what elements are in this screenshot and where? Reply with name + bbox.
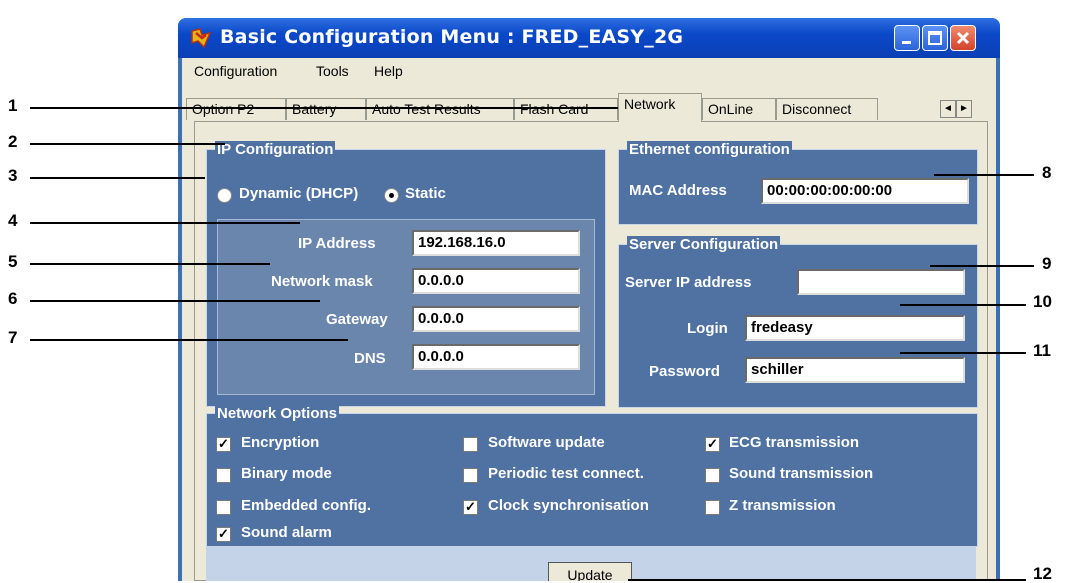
z-transmission-checkbox[interactable] — [705, 500, 720, 515]
callout-3: 3 — [8, 166, 18, 185]
login-label: Login — [687, 320, 728, 337]
minimize-button[interactable] — [894, 25, 920, 51]
callout-line-9 — [930, 265, 1034, 267]
z-transmission-label: Z transmission — [729, 497, 836, 514]
callout-2: 2 — [8, 132, 18, 151]
menu-tools[interactable]: Tools — [316, 63, 349, 79]
tab-option-p2[interactable]: Option P2 — [186, 98, 286, 120]
software-update-checkbox[interactable] — [463, 437, 478, 452]
server-ip-label: Server IP address — [625, 274, 752, 291]
update-button[interactable]: Update — [548, 562, 632, 581]
encryption-checkbox[interactable]: ✓ — [216, 437, 231, 452]
callout-line-11 — [900, 352, 1026, 354]
callout-5: 5 — [8, 252, 18, 271]
ip-config-group: IP Configuration Dynamic (DHCP) Static I… — [206, 141, 606, 407]
title-bar[interactable]: Basic Configuration Menu : FRED_EASY_2G — [178, 18, 1000, 58]
close-button[interactable] — [950, 25, 976, 51]
sound-transmission-checkbox[interactable] — [705, 468, 720, 483]
embedded-config-checkbox[interactable] — [216, 500, 231, 515]
sound-alarm-label: Sound alarm — [241, 524, 332, 541]
ip-config-title: IP Configuration — [215, 141, 336, 158]
server-config-title: Server Configuration — [627, 236, 781, 253]
password-label: Password — [649, 363, 720, 380]
callout-9: 9 — [1042, 254, 1052, 273]
network-mask-field[interactable]: 0.0.0.0 — [412, 268, 580, 294]
callout-line-10 — [900, 304, 1026, 306]
callout-7: 7 — [8, 328, 18, 347]
callout-line-5 — [30, 263, 270, 265]
callout-10: 10 — [1033, 292, 1052, 311]
clock-sync-checkbox[interactable]: ✓ — [463, 500, 478, 515]
dhcp-radio[interactable] — [217, 188, 232, 203]
callout-line-3 — [30, 177, 205, 179]
callout-line-8 — [934, 174, 1034, 176]
tab-battery[interactable]: Battery — [286, 98, 366, 120]
callout-line-1 — [30, 107, 628, 109]
embedded-config-label: Embedded config. — [241, 497, 372, 514]
menu-help[interactable]: Help — [374, 63, 403, 79]
tab-auto-test-results[interactable]: Auto Test Results — [366, 98, 514, 120]
static-label: Static — [405, 185, 446, 202]
software-update-label: Software update — [488, 434, 605, 451]
maximize-button[interactable] — [922, 25, 948, 51]
network-options-title: Network Options — [215, 405, 340, 422]
callout-12: 12 — [1033, 564, 1052, 583]
mac-address-field[interactable]: 00:00:00:00:00:00 — [761, 178, 969, 204]
tab-scroll-right-icon[interactable]: ► — [956, 100, 972, 118]
app-logo-icon — [191, 28, 212, 49]
callout-1: 1 — [8, 96, 18, 115]
sound-transmission-label: Sound transmission — [729, 465, 874, 482]
callout-8: 8 — [1042, 163, 1052, 182]
dhcp-label: Dynamic (DHCP) — [239, 185, 359, 202]
tab-flash-card[interactable]: Flash Card — [514, 98, 618, 120]
callout-6: 6 — [8, 289, 18, 308]
binary-mode-label: Binary mode — [241, 465, 332, 482]
callout-line-6 — [30, 300, 320, 302]
binary-mode-checkbox[interactable] — [216, 468, 231, 483]
clock-sync-label: Clock synchronisation — [488, 497, 649, 514]
menu-configuration[interactable]: Configuration — [194, 63, 277, 79]
tab-network[interactable]: Network — [618, 93, 702, 122]
tab-scroll-left-icon[interactable]: ◄ — [940, 100, 956, 118]
ip-address-label: IP Address — [298, 235, 376, 252]
periodic-test-checkbox[interactable] — [463, 468, 478, 483]
ethernet-title: Ethernet configuration — [627, 141, 792, 158]
tab-online[interactable]: OnLine — [702, 98, 776, 120]
ethernet-group: Ethernet configuration MAC Address 00:00… — [618, 141, 978, 225]
callout-line-2 — [30, 143, 225, 145]
ip-address-field[interactable]: 192.168.16.0 — [412, 230, 580, 256]
sound-alarm-checkbox[interactable]: ✓ — [216, 527, 231, 542]
password-field[interactable]: schiller — [745, 357, 965, 383]
login-field[interactable]: fredeasy — [745, 315, 965, 341]
close-icon — [956, 31, 970, 45]
tab-disconnect[interactable]: Disconnect — [776, 98, 878, 120]
gateway-field[interactable]: 0.0.0.0 — [412, 306, 580, 332]
ecg-transmission-label: ECG transmission — [729, 434, 860, 451]
encryption-label: Encryption — [241, 434, 320, 451]
network-mask-label: Network mask — [271, 273, 373, 290]
client-area: Option P2 Battery Auto Test Results Flas… — [182, 84, 996, 581]
menu-bar: Configuration Tools Help — [182, 58, 996, 84]
callout-4: 4 — [8, 211, 18, 230]
callout-11: 11 — [1033, 341, 1051, 360]
dns-field[interactable]: 0.0.0.0 — [412, 344, 580, 370]
callout-line-4 — [30, 222, 300, 224]
window-title: Basic Configuration Menu : FRED_EASY_2G — [220, 26, 684, 48]
server-config-group: Server Configuration Server IP address L… — [618, 236, 978, 408]
server-ip-field[interactable] — [797, 269, 965, 295]
static-radio[interactable] — [384, 188, 399, 203]
network-options-group: Network Options ✓ Encryption Binary mode… — [206, 405, 978, 547]
gateway-label: Gateway — [326, 311, 388, 328]
dns-label: DNS — [354, 350, 386, 367]
periodic-test-label: Periodic test connect. — [488, 465, 644, 482]
mac-address-label: MAC Address — [629, 182, 727, 199]
callout-line-7 — [30, 339, 348, 341]
maximize-icon — [928, 31, 942, 45]
ip-fields-box: IP Address 192.168.16.0 Network mask 0.0… — [217, 219, 595, 395]
update-button-label: Update — [567, 567, 613, 581]
ecg-transmission-checkbox[interactable]: ✓ — [705, 437, 720, 452]
minimize-icon — [902, 41, 911, 44]
